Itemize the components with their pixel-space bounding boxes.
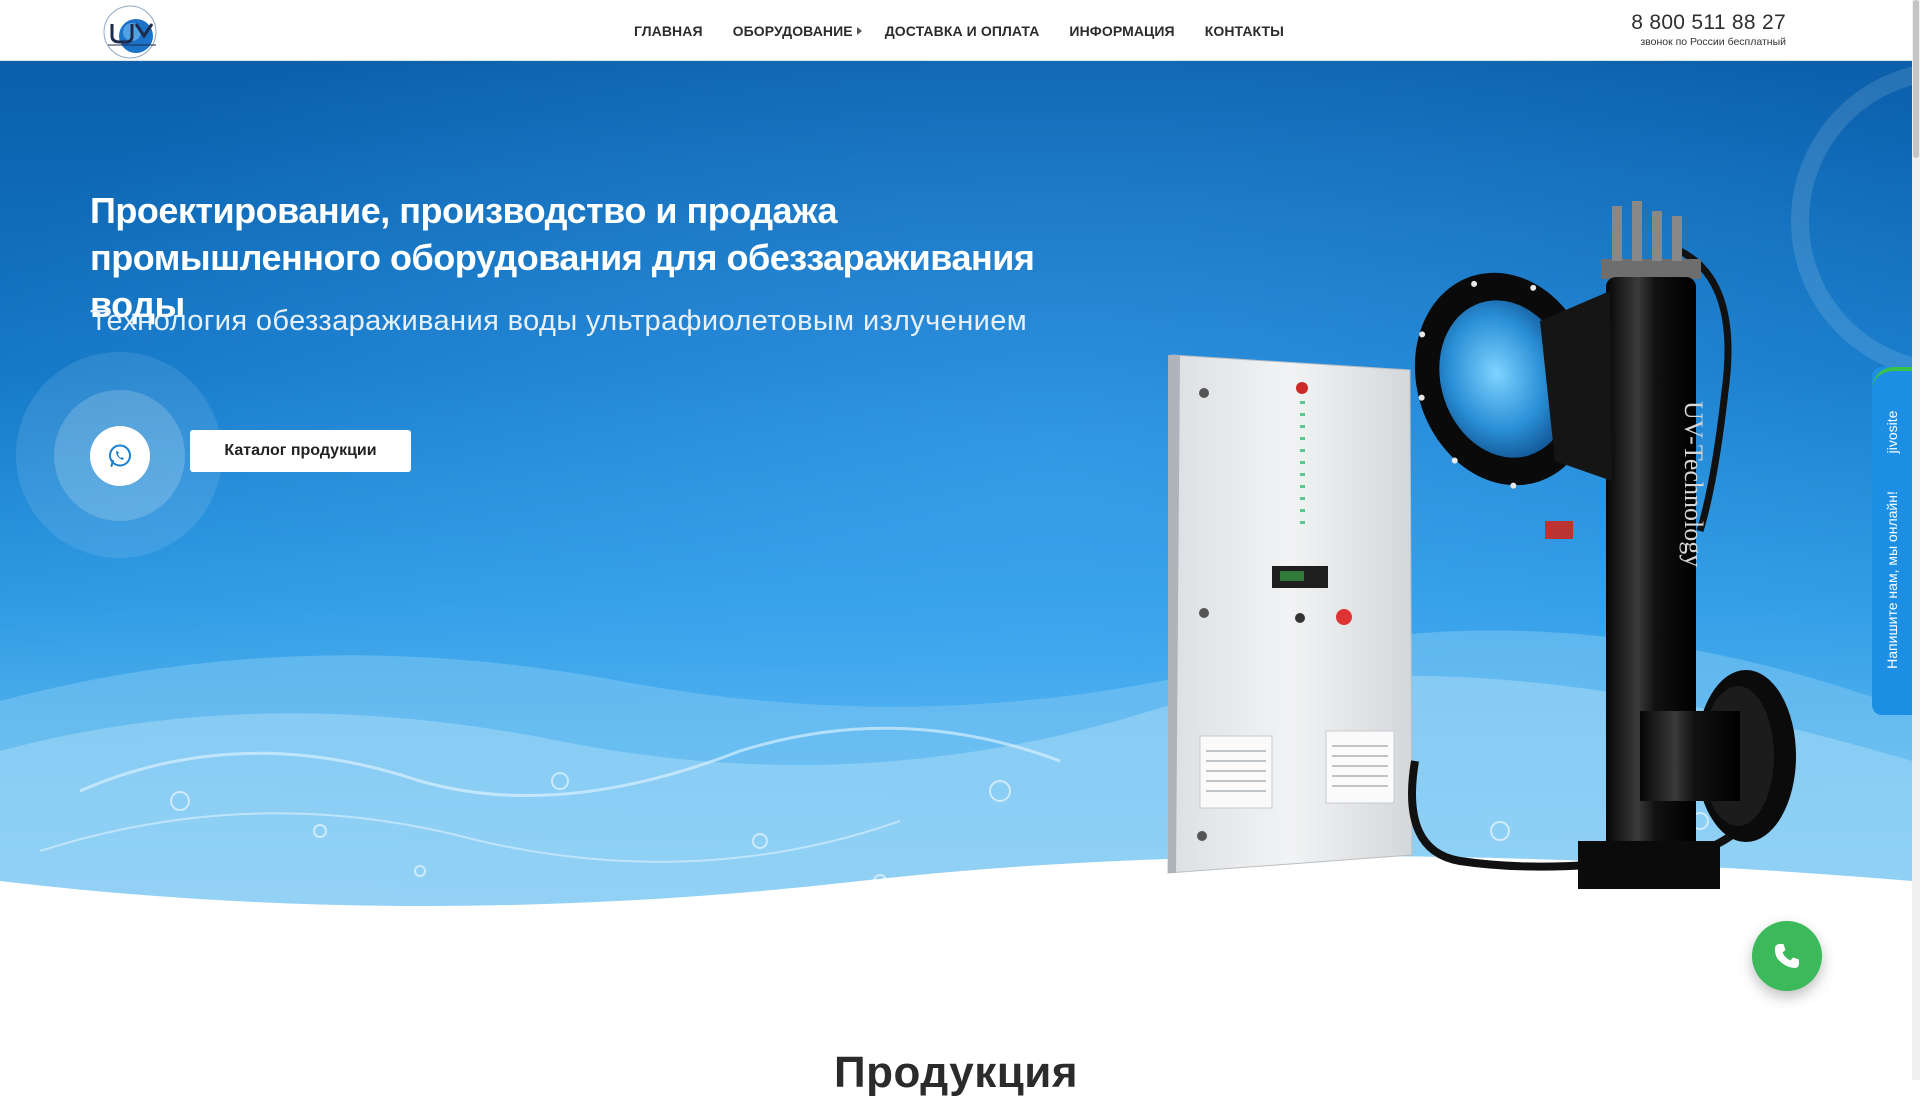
chat-message: Напишите нам, мы онлайн! bbox=[1884, 491, 1900, 669]
main-nav: Главная Оборудование Доставка и оплата И… bbox=[619, 0, 1299, 61]
nav-label: Информация bbox=[1069, 22, 1175, 39]
chat-widget-tab[interactable]: jivosite Напишите нам, мы онлайн! bbox=[1872, 367, 1912, 715]
online-indicator bbox=[1872, 367, 1912, 389]
whatsapp-button[interactable] bbox=[90, 426, 150, 486]
nav-item-equipment[interactable]: Оборудование bbox=[718, 23, 877, 39]
scrollbar-thumb[interactable] bbox=[1913, 0, 1919, 158]
phone-block: 8 800 511 88 27 звонок по России бесплат… bbox=[1631, 11, 1786, 48]
nav-label: Главная bbox=[634, 22, 703, 39]
nav-label: Контакты bbox=[1204, 22, 1284, 39]
nav-label: Доставка и оплата bbox=[884, 22, 1040, 39]
chat-brand: jivosite bbox=[1884, 410, 1900, 454]
nav-item-info[interactable]: Информация bbox=[1054, 23, 1189, 39]
phone-number[interactable]: 8 800 511 88 27 bbox=[1631, 11, 1786, 35]
hero-section: UV-Technology Проектирование, производст… bbox=[0, 61, 1912, 961]
call-button[interactable] bbox=[1752, 921, 1822, 991]
page-scrollbar[interactable] bbox=[1912, 0, 1920, 1080]
caret-right-icon bbox=[856, 26, 862, 35]
phone-icon bbox=[1774, 944, 1799, 968]
nav-label: Оборудование bbox=[732, 22, 853, 39]
phone-note: звонок по России бесплатный bbox=[1640, 36, 1786, 48]
nav-item-delivery[interactable]: Доставка и оплата bbox=[877, 23, 1055, 39]
nav-item-home[interactable]: Главная bbox=[619, 23, 718, 39]
product-label: UV-Technology bbox=[1679, 401, 1708, 567]
catalog-button[interactable]: Каталог продукции bbox=[190, 430, 411, 472]
site-header: Главная Оборудование Доставка и оплата И… bbox=[0, 0, 1912, 61]
logo[interactable] bbox=[98, 2, 162, 60]
nav-item-contacts[interactable]: Контакты bbox=[1190, 23, 1299, 39]
whatsapp-icon bbox=[109, 444, 131, 467]
products-heading: Продукция bbox=[833, 1048, 1079, 1097]
control-cabinet-image bbox=[1167, 354, 1413, 874]
hero-subtitle: Технология обеззараживания воды ультрафи… bbox=[90, 305, 1028, 337]
